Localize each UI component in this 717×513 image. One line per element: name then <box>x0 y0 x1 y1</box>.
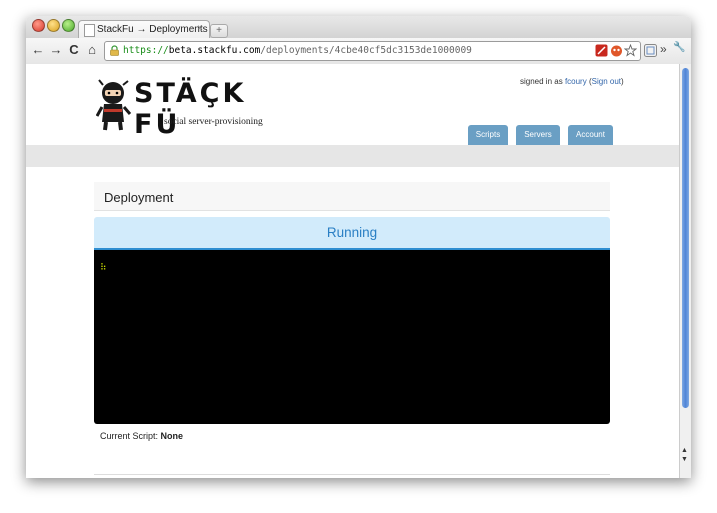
scroll-arrows[interactable]: ▲ ▼ <box>681 446 688 464</box>
pdf-extension-icon[interactable] <box>595 44 608 57</box>
status-text: Running <box>326 225 378 240</box>
maximize-window-button[interactable] <box>62 19 75 32</box>
vertical-scrollbar[interactable]: ▲ ▼ <box>679 64 691 478</box>
nav-tab-account[interactable]: Account <box>568 125 613 145</box>
deployment-console[interactable]: ⠷ <box>94 250 610 424</box>
status-banner: Running <box>94 217 610 250</box>
page-viewport: STÄÇK FÜ social server-provisioning sign… <box>26 64 679 478</box>
current-script-label: Current Script: <box>100 431 159 441</box>
browser-window: StackFu → Deployments × + ← → C ⌂ https:… <box>26 16 691 478</box>
nav-tab-scripts[interactable]: Scripts <box>468 125 508 145</box>
home-icon[interactable]: ⌂ <box>84 42 100 57</box>
wrench-icon[interactable]: 🔧 <box>673 42 685 53</box>
browser-toolbar: ← → C ⌂ https://beta.stackfu.com/deploym… <box>26 38 691 65</box>
star-icon[interactable] <box>624 44 637 57</box>
browser-tab[interactable]: StackFu → Deployments × <box>78 20 210 39</box>
address-bar[interactable]: https://beta.stackfu.com/deployments/4cb… <box>104 41 641 61</box>
nav-tab-servers[interactable]: Servers <box>516 125 560 145</box>
page-icon <box>84 24 95 37</box>
current-script-info: Current Script: None <box>100 431 183 441</box>
title-bar: StackFu → Deployments × + <box>26 16 691 39</box>
close-window-button[interactable] <box>32 19 45 32</box>
forward-icon[interactable]: → <box>48 42 64 57</box>
section-divider <box>94 474 610 475</box>
signin-status: signed in as fcoury (Sign out) <box>520 77 624 86</box>
header-bar <box>26 145 679 167</box>
signout-link[interactable]: Sign out <box>592 77 621 86</box>
tab-title: StackFu → Deployments <box>97 24 208 35</box>
site-logo[interactable]: STÄÇK FÜ social server-provisioning <box>96 76 286 140</box>
current-script-value: None <box>160 431 184 441</box>
ninja-mascot-icon <box>96 79 132 131</box>
lock-icon <box>110 45 119 56</box>
page-menu-icon[interactable] <box>644 44 657 57</box>
back-icon[interactable]: ← <box>30 42 46 57</box>
new-tab-button[interactable]: + <box>210 24 228 38</box>
username-link[interactable]: fcoury <box>565 77 587 86</box>
loading-spinner-icon: ⠷ <box>100 263 107 273</box>
url-text: https://beta.stackfu.com/deployments/4cb… <box>123 45 472 56</box>
reload-icon[interactable]: C <box>66 42 82 57</box>
extension-face-icon[interactable] <box>610 44 623 57</box>
deployment-panel-header: Deployment <box>94 182 610 211</box>
logo-wordmark: STÄÇK FÜ <box>134 78 247 140</box>
logo-tagline: social server-provisioning <box>164 117 263 127</box>
tab-close-icon[interactable]: × <box>197 23 203 34</box>
page-title: Deployment <box>104 190 174 205</box>
scrollbar-thumb[interactable] <box>682 68 689 408</box>
minimize-window-button[interactable] <box>47 19 60 32</box>
more-tools-icon[interactable]: » <box>660 42 667 56</box>
